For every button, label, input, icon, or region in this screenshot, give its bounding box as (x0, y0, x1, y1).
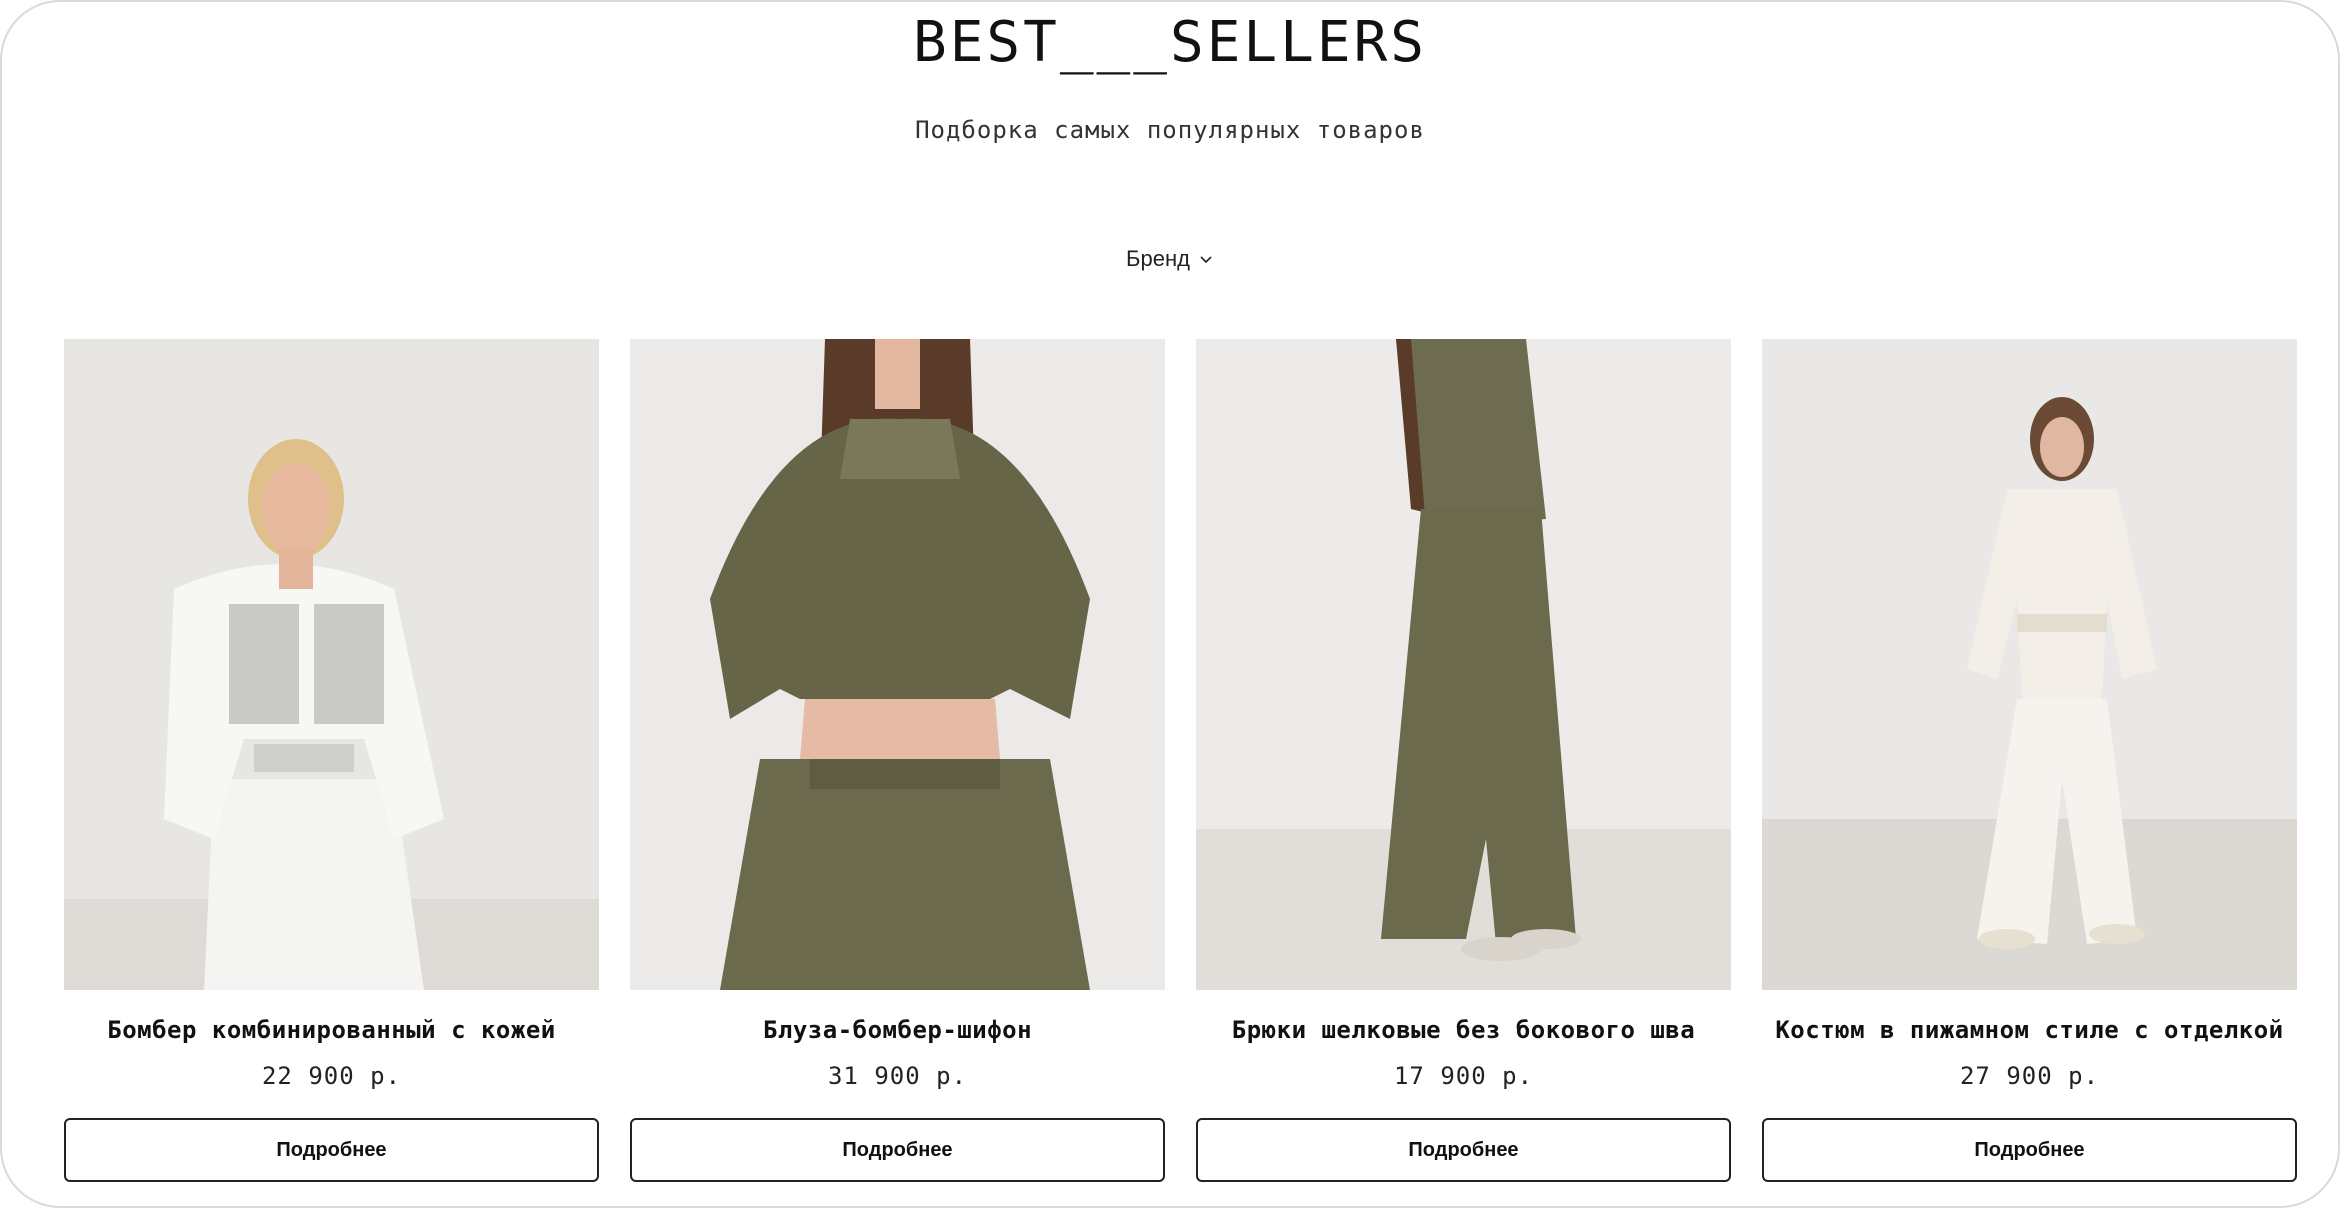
product-image[interactable] (1196, 339, 1731, 990)
details-button[interactable]: Подробнее (630, 1118, 1165, 1182)
product-card: Блуза-бомбер-шифон 31 900 р. Подробнее (630, 339, 1165, 1182)
product-card: Бомбер комбинированный с кожей 22 900 р.… (64, 339, 599, 1182)
product-price: 27 900 р. (1959, 1062, 2100, 1090)
product-image[interactable] (64, 339, 599, 990)
chevron-down-icon (1200, 256, 1212, 264)
details-button[interactable]: Подробнее (64, 1118, 599, 1182)
product-price: 31 900 р. (827, 1062, 968, 1090)
page-frame: BEST___SELLERS Подборка самых популярных… (0, 0, 2340, 1208)
product-name[interactable]: Бомбер комбинированный с кожей (107, 1016, 555, 1044)
product-name[interactable]: Блуза-бомбер-шифон (763, 1016, 1032, 1044)
product-name[interactable]: Брюки шелковые без бокового шва (1232, 1016, 1695, 1044)
product-price: 22 900 р. (261, 1062, 402, 1090)
product-card: Брюки шелковые без бокового шва 17 900 р… (1196, 339, 1731, 1182)
product-card: Костюм в пижамном стиле с отделкой 27 90… (1762, 339, 2297, 1182)
page-title: BEST___SELLERS (912, 10, 1427, 75)
details-button[interactable]: Подробнее (1196, 1118, 1731, 1182)
brand-filter-dropdown[interactable]: Бренд (1126, 246, 1214, 272)
product-grid: Бомбер комбинированный с кожей 22 900 р.… (64, 339, 2300, 1182)
details-button[interactable]: Подробнее (1762, 1118, 2297, 1182)
brand-filter-label: Бренд (1126, 246, 1190, 271)
product-name[interactable]: Костюм в пижамном стиле с отделкой (1775, 1016, 2283, 1044)
filter-bar: Бренд (2, 246, 2338, 272)
product-image[interactable] (630, 339, 1165, 990)
product-image[interactable] (1762, 339, 2297, 990)
product-price: 17 900 р. (1393, 1062, 1534, 1090)
page-subtitle: Подборка самых популярных товаров (915, 116, 1425, 144)
